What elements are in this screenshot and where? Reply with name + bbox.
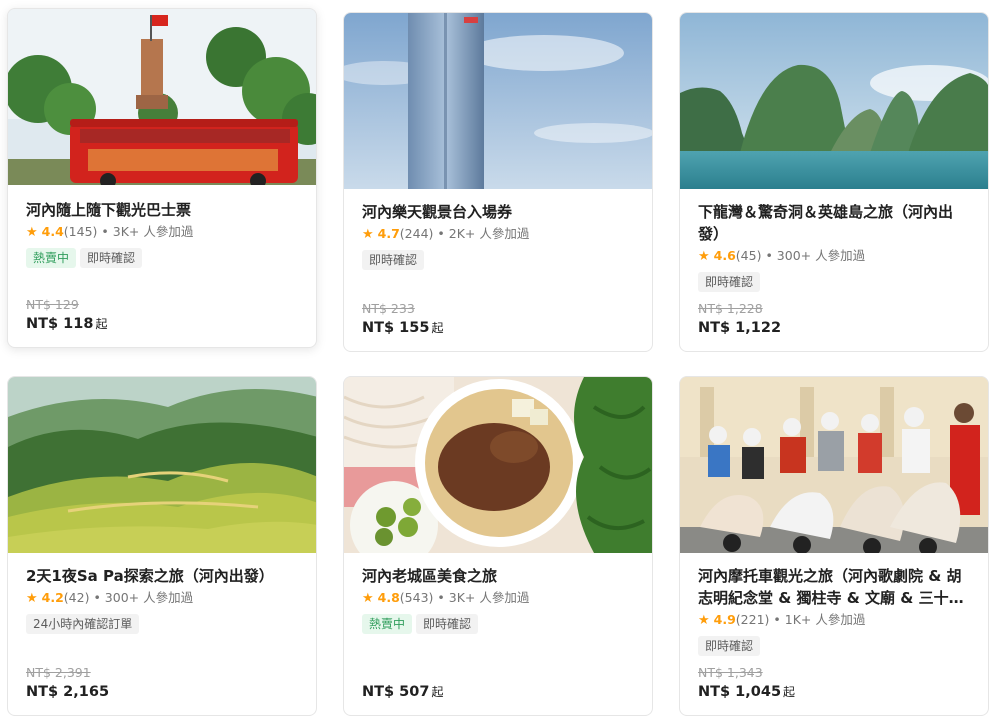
review-count: (42) — [63, 590, 90, 605]
tag-list: 熱賣中 即時確認 — [26, 247, 302, 269]
rating-row: ★ 4.6(45) • 300+ 人參加過 — [698, 247, 974, 266]
rating-row: ★ 4.4(145) • 3K+ 人參加過 — [26, 223, 302, 242]
original-price: NT$ 1,343 — [698, 665, 763, 680]
activity-image — [344, 13, 652, 189]
rating-score: 4.4 — [41, 224, 64, 239]
activity-image — [680, 13, 988, 189]
price-value: NT$ 2,165 — [26, 684, 110, 700]
original-price — [362, 665, 638, 681]
price-value: NT$ 1,122 — [698, 320, 782, 336]
activity-image — [8, 377, 316, 553]
activity-title[interactable]: 河內樂天觀景台入場券 — [362, 201, 638, 223]
original-price: NT$ 2,391 — [26, 665, 91, 680]
participants-count: • 3K+ 人參加過 — [437, 590, 530, 605]
price-suffix: 起 — [431, 321, 444, 335]
price: NT$ 118 起 — [26, 313, 302, 335]
review-count: (543) — [399, 590, 434, 605]
rating-score: 4.9 — [713, 612, 736, 627]
activity-card[interactable]: 2天1夜Sa Pa探索之旅（河內出發） ★ 4.2(42) • 300+ 人參加… — [7, 376, 317, 716]
rating-row: ★ 4.7(244) • 2K+ 人參加過 — [362, 225, 638, 244]
tag-badge: 即時確認 — [362, 250, 425, 270]
tag-badge: 即時確認 — [80, 248, 143, 268]
activity-image — [8, 9, 316, 185]
tag-list: 24小時內確認訂單 — [26, 613, 302, 635]
tag-list: 即時確認 — [362, 249, 638, 271]
activity-card[interactable]: 河內樂天觀景台入場券 ★ 4.7(244) • 2K+ 人參加過 即時確認 NT… — [343, 12, 653, 352]
star-icon: ★ — [362, 591, 374, 606]
price: NT$ 507 起 — [362, 681, 638, 703]
review-count: (221) — [735, 612, 770, 627]
tag-list: 即時確認 — [698, 635, 974, 657]
tag-badge: 熱賣中 — [362, 614, 413, 634]
rating-row: ★ 4.2(42) • 300+ 人參加過 — [26, 589, 302, 608]
activity-image — [680, 377, 988, 553]
price-value: NT$ 155 — [362, 320, 430, 336]
tag-list: 熱賣中 即時確認 — [362, 613, 638, 635]
participants-count: • 300+ 人參加過 — [93, 590, 194, 605]
rating-score: 4.6 — [713, 248, 736, 263]
price: NT$ 2,165 — [26, 681, 302, 703]
participants-count: • 2K+ 人參加過 — [437, 226, 530, 241]
participants-count: • 300+ 人參加過 — [765, 248, 866, 263]
activity-card[interactable]: 河內老城區美食之旅 ★ 4.8(543) • 3K+ 人參加過 熱賣中 即時確認 … — [343, 376, 653, 716]
activity-title[interactable]: 河內摩托車觀光之旅（河內歌劇院 & 胡志明紀念堂 & 獨柱寺 & 文廟 & 三十… — [698, 565, 974, 609]
review-count: (45) — [735, 248, 762, 263]
price: NT$ 1,122 — [698, 317, 974, 339]
activity-title[interactable]: 河內隨上隨下觀光巴士票 — [26, 199, 302, 221]
price-value: NT$ 118 — [26, 316, 94, 332]
tag-badge: 24小時內確認訂單 — [26, 614, 140, 634]
price-suffix: 起 — [431, 685, 444, 699]
review-count: (145) — [63, 224, 98, 239]
rating-score: 4.2 — [41, 590, 64, 605]
star-icon: ★ — [26, 591, 38, 606]
tag-badge: 即時確認 — [698, 636, 761, 656]
price-value: NT$ 1,045 — [698, 684, 782, 700]
rating-row: ★ 4.9(221) • 1K+ 人參加過 — [698, 611, 974, 630]
activity-card[interactable]: 河內摩托車觀光之旅（河內歌劇院 & 胡志明紀念堂 & 獨柱寺 & 文廟 & 三十… — [679, 376, 989, 716]
activity-image — [344, 377, 652, 553]
activity-card[interactable]: 下龍灣＆驚奇洞＆英雄島之旅（河內出發） ★ 4.6(45) • 300+ 人參加… — [679, 12, 989, 352]
price-value: NT$ 507 — [362, 684, 430, 700]
price-suffix: 起 — [783, 685, 796, 699]
original-price: NT$ 233 — [362, 301, 415, 316]
participants-count: • 1K+ 人參加過 — [773, 612, 866, 627]
tag-badge: 熱賣中 — [26, 248, 77, 268]
rating-score: 4.8 — [377, 590, 400, 605]
star-icon: ★ — [362, 227, 374, 242]
activity-title[interactable]: 河內老城區美食之旅 — [362, 565, 638, 587]
review-count: (244) — [399, 226, 434, 241]
activity-title[interactable]: 2天1夜Sa Pa探索之旅（河內出發） — [26, 565, 302, 587]
original-price: NT$ 129 — [26, 297, 79, 312]
price: NT$ 155 起 — [362, 317, 638, 339]
price-suffix: 起 — [95, 317, 108, 331]
activity-card[interactable]: 河內隨上隨下觀光巴士票 ★ 4.4(145) • 3K+ 人參加過 熱賣中 即時確… — [7, 8, 317, 348]
rating-score: 4.7 — [377, 226, 400, 241]
participants-count: • 3K+ 人參加過 — [101, 224, 194, 239]
star-icon: ★ — [698, 613, 710, 628]
tag-badge: 即時確認 — [698, 272, 761, 292]
star-icon: ★ — [26, 225, 38, 240]
activity-title[interactable]: 下龍灣＆驚奇洞＆英雄島之旅（河內出發） — [698, 201, 974, 245]
price: NT$ 1,045 起 — [698, 681, 974, 703]
rating-row: ★ 4.8(543) • 3K+ 人參加過 — [362, 589, 638, 608]
star-icon: ★ — [698, 249, 710, 264]
original-price: NT$ 1,228 — [698, 301, 763, 316]
tag-list: 即時確認 — [698, 271, 974, 293]
tag-badge: 即時確認 — [416, 614, 479, 634]
